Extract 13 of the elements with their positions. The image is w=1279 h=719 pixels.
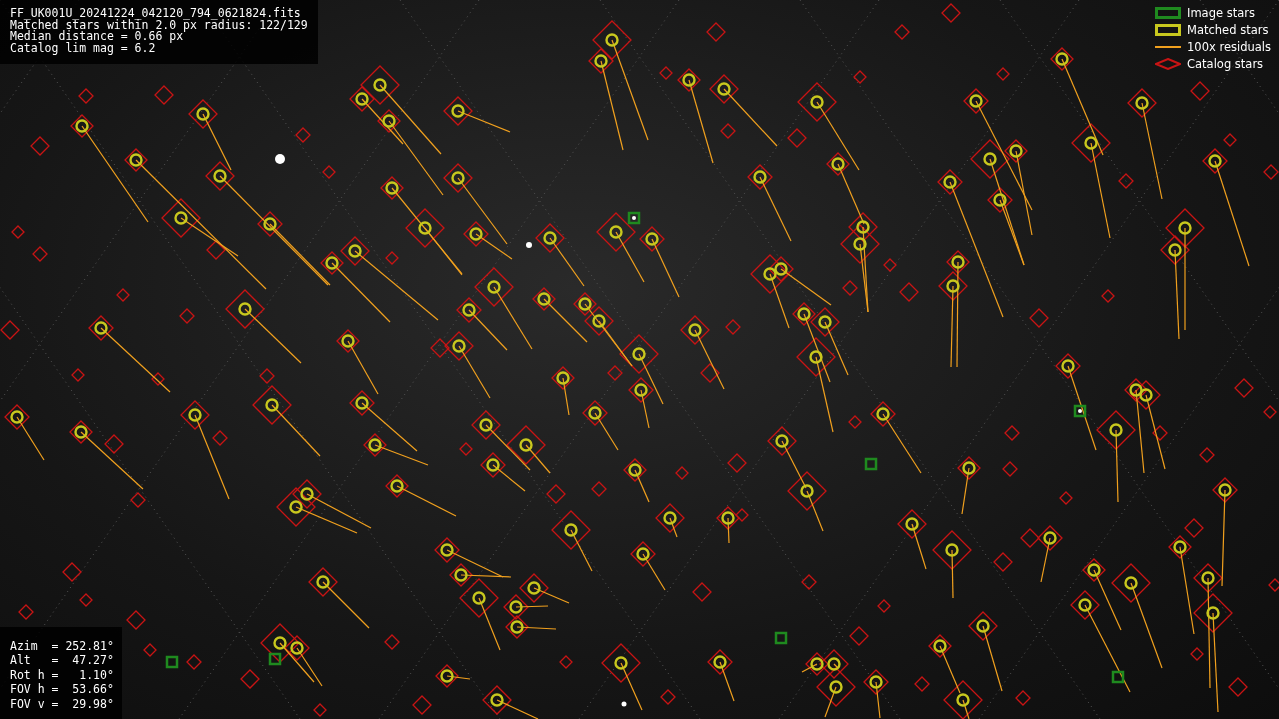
pointing-text: Azim = 252.81° [10,638,112,653]
info-text: Median distance = 0.66 px [10,31,184,43]
legend-label: Image stars [1187,6,1255,20]
legend-label: Matched stars [1187,23,1269,37]
pointing-text: FOV v = 29.98° [10,696,112,711]
info-text: Catalog lim mag = 6.2 [10,42,157,54]
legend-label: 100x residuals [1187,40,1271,54]
pointing-text: FOV h = 53.66° [10,682,112,697]
pointing-text: Alt = 47.27° [10,653,112,668]
pointing-text: Rot h = 1.10° [10,667,112,682]
info-text: Matched stars within 2.0 px radius: 122/129 [10,19,308,31]
info-text: FF_UK001U_20241224_042120_794_0621824.fits [10,8,302,20]
legend-label: Catalog stars [1187,57,1264,71]
